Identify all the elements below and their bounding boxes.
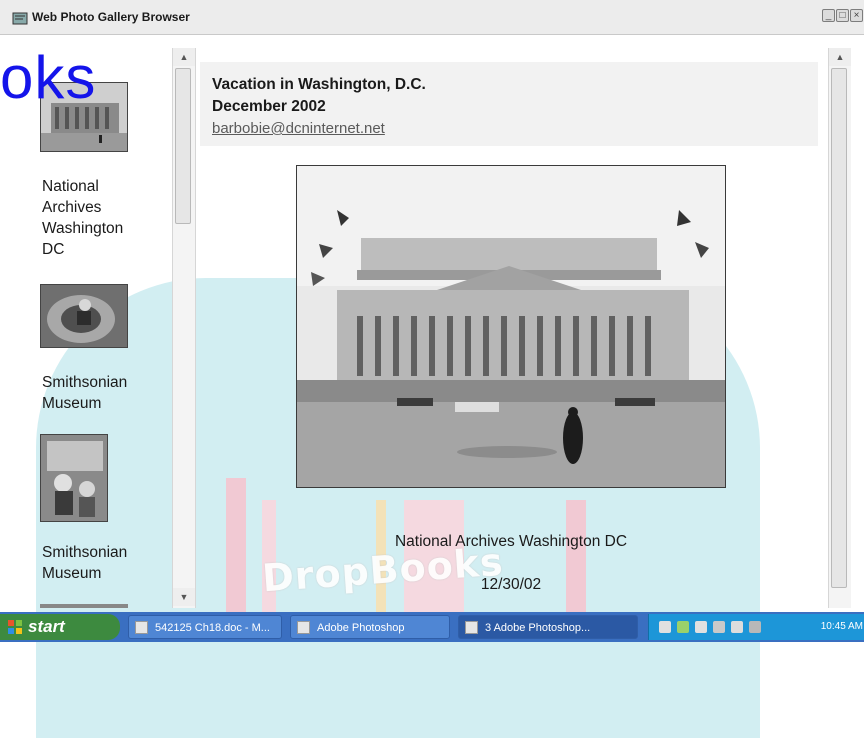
minimize-icon: _ [825,10,832,21]
thumbnail-caption[interactable]: National Archives Washington DC [42,176,123,260]
watermark-bar [566,500,586,612]
national-archives-photo-icon [297,166,725,487]
tray-icon[interactable] [749,621,761,633]
minimize-button[interactable]: _ [822,9,835,22]
scroll-down-icon[interactable]: ▼ [173,588,195,606]
thumbnail-pane: National Archives Washington DC Smithson… [10,34,180,608]
windows-logo-icon [8,620,22,634]
gallery-header: Vacation in Washington, D.C. December 20… [200,62,818,146]
close-icon: × [853,10,860,21]
taskbar: start 542125 Ch18.doc - M... Adobe Photo… [0,612,864,642]
window-title: Web Photo Gallery Browser [32,10,190,24]
caption-line: Museum [42,395,102,412]
photoshop-icon [465,621,478,634]
caption-line: Archives [42,199,102,216]
document-icon [135,621,148,634]
scroll-thumb[interactable] [175,68,191,224]
taskbar-button[interactable]: Adobe Photoshop [290,615,450,639]
caption-line: Smithsonian [42,374,128,391]
start-button[interactable]: start [0,614,120,640]
thumbnail-caption[interactable]: Smithsonian Museum [42,372,127,414]
taskbar-button-label: 3 Adobe Photoshop... [485,622,591,634]
caption-line: Museum [42,565,102,582]
content-scrollbar[interactable]: ▲ [828,48,851,608]
scroll-up-icon[interactable]: ▲ [173,48,195,66]
main-photo [296,165,726,488]
thumbnail-caption[interactable]: Smithsonian Museum [42,542,127,584]
thumbnail-scrollbar[interactable]: ▲ ▼ [172,48,196,608]
clock: 10:45 AM [820,621,863,632]
system-tray: 10:45 AM [648,614,864,640]
watermark-text: oks [0,44,97,111]
thumbnail-image[interactable] [40,604,128,608]
close-button[interactable]: × [850,9,863,22]
gallery-title: Vacation in Washington, D.C. [212,76,426,93]
scroll-thumb[interactable] [831,68,847,588]
maximize-button[interactable]: □ [836,9,849,22]
tray-icon[interactable] [659,621,671,633]
window-titlebar: Web Photo Gallery Browser _ □ × [0,0,864,35]
maximize-icon: □ [839,10,846,21]
museum-thumbnail-icon [41,285,127,347]
app-icon [12,12,28,25]
caption-line: National [42,178,99,195]
tray-icon[interactable] [731,621,743,633]
taskbar-button-label: Adobe Photoshop [317,622,405,634]
thumbnail-image[interactable] [40,284,128,348]
museum-thumbnail-icon [41,435,107,521]
start-label: start [28,617,65,636]
caption-line: Smithsonian [42,544,128,561]
caption-line: DC [42,241,65,258]
thumbnail-image[interactable] [40,434,108,522]
photoshop-icon [297,621,310,634]
tray-icon[interactable] [695,621,707,633]
taskbar-button[interactable]: 542125 Ch18.doc - M... [128,615,282,639]
contact-email-link[interactable]: barbobie@dcninternet.net [212,120,385,137]
tray-icon[interactable] [713,621,725,633]
taskbar-button-label: 542125 Ch18.doc - M... [155,622,270,634]
gallery-date: December 2002 [212,98,326,115]
photo-caption: National Archives Washington DC [394,533,628,550]
tray-icon[interactable] [677,621,689,633]
watermark-bar [226,478,246,612]
scroll-up-icon[interactable]: ▲ [829,48,851,66]
taskbar-button[interactable]: 3 Adobe Photoshop... [458,615,638,639]
caption-line: Washington [42,220,124,237]
